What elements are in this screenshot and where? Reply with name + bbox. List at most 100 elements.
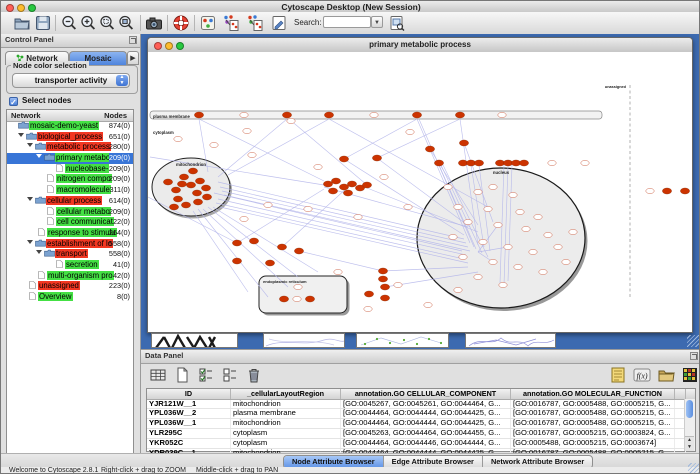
background-window-fragment[interactable]	[151, 333, 238, 348]
zoom-selected-icon[interactable]	[98, 14, 116, 32]
network-node[interactable]	[459, 254, 467, 259]
network-node[interactable]	[519, 160, 528, 166]
network-node[interactable]	[202, 194, 211, 200]
tree-row[interactable]: nucleobase-209(0)	[7, 164, 133, 175]
network-node[interactable]	[662, 188, 671, 194]
network-node[interactable]	[425, 146, 434, 152]
table-cell[interactable]: [GO:0005488, GO:0005215, GO:0003674]	[511, 439, 675, 448]
network-node[interactable]	[314, 164, 322, 169]
help-icon[interactable]	[172, 14, 190, 32]
expand-arrow-icon[interactable]	[36, 250, 42, 254]
expand-arrow-icon[interactable]	[36, 154, 42, 158]
network-node[interactable]	[459, 140, 468, 146]
table-cell[interactable]: YJR121W__1	[147, 400, 231, 409]
network-node[interactable]	[544, 232, 552, 237]
tree-row[interactable]: mosaic-demo-yeast874(0)	[7, 121, 133, 132]
network-node[interactable]	[499, 282, 507, 287]
network-node[interactable]	[240, 112, 248, 117]
tree-row[interactable]: primary metabo209(0)	[7, 153, 133, 164]
delete-attribute-icon[interactable]	[243, 364, 265, 386]
table-column-header[interactable]: annotation.GO CELLULAR_COMPONENT	[341, 389, 511, 399]
network-node[interactable]	[265, 260, 274, 266]
network-node[interactable]	[195, 178, 204, 184]
network-node[interactable]	[498, 112, 506, 117]
network-node[interactable]	[173, 196, 182, 202]
color-matrix-icon[interactable]	[679, 364, 700, 386]
network-node[interactable]	[240, 216, 248, 221]
network-node[interactable]	[516, 209, 524, 214]
tree-row[interactable]: nitrogen compo209(0)	[7, 174, 133, 185]
save-session-icon[interactable]	[34, 14, 52, 32]
network-node[interactable]	[192, 190, 201, 196]
tree-row[interactable]: cell communicat22(0)	[7, 217, 133, 228]
tree-row[interactable]: macromolecule311(0)	[7, 185, 133, 196]
network-node[interactable]	[404, 204, 412, 209]
network-node[interactable]	[479, 239, 487, 244]
network-node[interactable]	[529, 249, 537, 254]
background-window-fragment[interactable]	[356, 333, 449, 348]
select-nodes-checkbox[interactable]: ✓	[9, 97, 18, 106]
network-node[interactable]	[364, 306, 372, 311]
network-node[interactable]	[181, 202, 190, 208]
expand-arrow-icon[interactable]	[27, 197, 33, 201]
tree-row[interactable]: response to stimulu264(0)	[7, 228, 133, 239]
network-node[interactable]	[287, 118, 295, 123]
network-node[interactable]	[232, 240, 241, 246]
open-network-icon[interactable]	[13, 14, 31, 32]
table-cell[interactable]: [GO:0016787, GO:0005488, GO:0005215, G..…	[511, 400, 675, 409]
network-node[interactable]	[277, 244, 286, 250]
expand-arrow-icon[interactable]	[18, 133, 24, 137]
tree-row[interactable]: multi-organism pro42(0)	[7, 271, 133, 282]
network-node[interactable]	[264, 202, 272, 207]
table-cell[interactable]: [GO:0044464, GO:0044444, GO:0044425, G..…	[341, 419, 511, 428]
table-column-header[interactable]: _cellularLayoutRegion	[231, 389, 341, 399]
network-node[interactable]	[562, 259, 570, 264]
table-cell[interactable]: [GO:0016787, GO:0005215, GO:0003824, G..…	[511, 429, 675, 438]
select-attributes-icon[interactable]	[195, 364, 217, 386]
background-window-fragment[interactable]	[465, 333, 556, 348]
network-node[interactable]	[177, 181, 186, 187]
expand-arrow-icon[interactable]	[27, 143, 33, 147]
table-row[interactable]: YKR052Ccytoplasm[GO:0044464, GO:0044446,…	[147, 439, 695, 449]
table-row[interactable]: YPL036W__2plasma membrane[GO:0044464, GO…	[147, 409, 695, 419]
node-color-dropdown[interactable]: transporter activity ▲▼	[12, 73, 130, 88]
network-node[interactable]	[339, 156, 348, 162]
scrollbar-arrows[interactable]: ▲▼	[685, 436, 694, 451]
network-node[interactable]	[279, 296, 288, 302]
network-node[interactable]	[522, 226, 530, 231]
annotation-icon[interactable]	[270, 14, 288, 32]
network-node[interactable]	[343, 190, 352, 196]
network-node[interactable]	[444, 184, 452, 189]
table-cell[interactable]: cytoplasm	[231, 429, 341, 438]
table-row[interactable]: YLR295Ccytoplasm[GO:0045263, GO:0044464,…	[147, 429, 695, 439]
tree-row[interactable]: cellular metabo209(0)	[7, 207, 133, 218]
new-attribute-icon[interactable]	[171, 364, 193, 386]
network-node[interactable]	[454, 204, 462, 209]
network-canvas[interactable]: plasma membranecytoplasmmitochondrionnuc…	[148, 52, 692, 332]
background-window-fragment[interactable]	[263, 333, 345, 348]
network-node[interactable]	[378, 268, 387, 274]
tree-row[interactable]: establishment of lo558(0)	[7, 239, 133, 250]
network-node[interactable]	[680, 188, 689, 194]
tree-row[interactable]: cellular process614(0)	[7, 196, 133, 207]
network-node[interactable]	[494, 222, 502, 227]
table-row[interactable]: YPL036W__1mitochondrion[GO:0044464, GO:0…	[147, 419, 695, 429]
table-cell[interactable]: YPL036W__2	[147, 409, 231, 418]
network-node[interactable]	[339, 184, 348, 190]
network-node[interactable]	[331, 178, 340, 184]
window-resize-grip[interactable]	[688, 463, 700, 474]
network-node[interactable]	[362, 182, 371, 188]
table-cell[interactable]: [GO:0016787, GO:0005488, GO:0005215, G..…	[511, 409, 675, 418]
search-options-icon[interactable]	[388, 14, 406, 32]
table-column-header[interactable]: ID	[147, 389, 231, 399]
network-node[interactable]	[554, 244, 562, 249]
network-node[interactable]	[380, 295, 389, 301]
table-cell[interactable]: mitochondrion	[231, 400, 341, 409]
import-attributes-icon[interactable]	[655, 364, 677, 386]
network-node[interactable]	[305, 296, 314, 302]
attribute-editor-icon[interactable]	[607, 364, 629, 386]
table-cell[interactable]: [GO:0045263, GO:0044464, GO:0044455, G..…	[341, 429, 511, 438]
network-node[interactable]	[539, 269, 547, 274]
network-node[interactable]	[569, 229, 577, 234]
network-node[interactable]	[282, 112, 291, 118]
